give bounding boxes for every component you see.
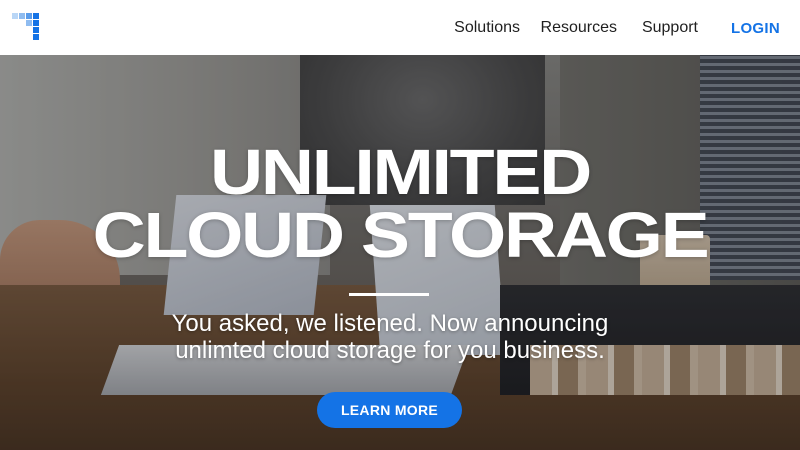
hero-headline-line1: UNLIMITED xyxy=(210,136,592,208)
hero-subtitle-line1: You asked, we listened. Now announcing xyxy=(171,310,609,337)
learn-more-button[interactable]: LEARN MORE xyxy=(317,392,462,428)
headline-divider xyxy=(349,293,429,296)
nav-resources-link[interactable]: Resources xyxy=(541,19,617,37)
nav-solutions-link[interactable]: Solutions xyxy=(454,19,520,37)
pixel-grid-logo-icon[interactable] xyxy=(12,13,42,43)
hero-headline-line2: CLOUD STORAGE xyxy=(92,199,710,271)
hero-banner: UNLIMITED CLOUD STORAGE You asked, we li… xyxy=(0,55,800,450)
hero-subtitle-line2: unlimted cloud storage for you business. xyxy=(175,337,605,364)
login-link[interactable]: LOGIN xyxy=(731,20,780,37)
site-header: Solutions Resources Support LOGIN xyxy=(0,0,800,55)
nav-support-link[interactable]: Support xyxy=(642,19,698,37)
